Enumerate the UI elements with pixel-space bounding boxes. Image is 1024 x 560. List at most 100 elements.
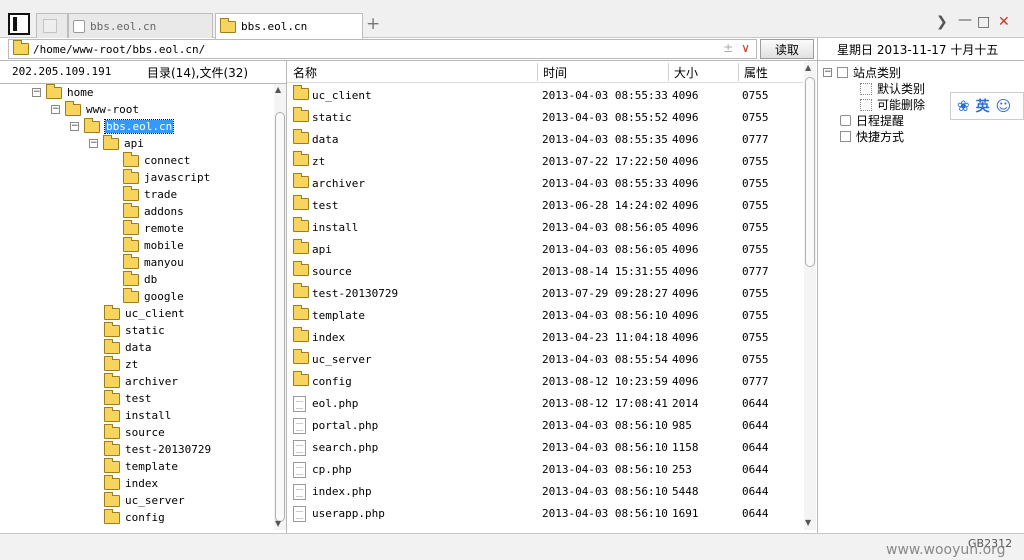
minimize-icon[interactable]: — xyxy=(958,12,972,28)
tree-scrollbar[interactable]: ▲ ▼ xyxy=(274,84,286,530)
smile-icon[interactable]: ☺ xyxy=(996,97,1012,115)
tree-node-bbs-eol-cn[interactable]: − bbs.eol.cn xyxy=(70,117,175,135)
tree-node-source[interactable]: source xyxy=(104,423,165,441)
tree-node-install[interactable]: install xyxy=(104,406,171,424)
table-row[interactable]: data 2013-04-03 08:55:35 4096 0777 xyxy=(287,128,803,150)
file-list-scrollbar[interactable]: ▲ ▼ xyxy=(804,62,816,530)
table-row[interactable]: uc_client 2013-04-03 08:55:33 4096 0755 xyxy=(287,84,803,106)
tree-node-api[interactable]: − api xyxy=(89,134,144,152)
file-icon xyxy=(293,440,306,456)
shortcuts-node[interactable]: 快捷方式 xyxy=(840,128,904,145)
column-separator[interactable] xyxy=(537,63,538,81)
tree-node-connect[interactable]: connect xyxy=(123,151,190,169)
dropdown-icon[interactable]: ∨ xyxy=(741,41,750,55)
scroll-up-icon[interactable]: ▲ xyxy=(805,63,811,72)
panel-toggle-icon[interactable] xyxy=(8,13,30,35)
tree-node-data[interactable]: data xyxy=(104,338,152,356)
collapse-toggle-icon[interactable]: − xyxy=(70,122,79,131)
tab-bbs-active[interactable]: bbs.eol.cn xyxy=(215,13,363,39)
table-row[interactable]: template 2013-04-03 08:56:10 4096 0755 xyxy=(287,304,803,326)
column-separator[interactable] xyxy=(738,63,739,81)
tree-node-zt[interactable]: zt xyxy=(104,355,139,373)
maximize-icon[interactable]: □ xyxy=(977,14,990,30)
tree-node-archiver[interactable]: archiver xyxy=(104,372,178,390)
tree-node-mobile[interactable]: mobile xyxy=(123,236,184,254)
table-row[interactable]: search.php 2013-04-03 08:56:10 1158 0644 xyxy=(287,436,803,458)
table-row[interactable]: eol.php 2013-08-12 17:08:41 2014 0644 xyxy=(287,392,803,414)
default-category-node[interactable]: 默认类别 xyxy=(860,80,925,97)
folder-icon xyxy=(104,508,120,524)
column-time[interactable]: 时间 xyxy=(543,64,567,81)
tree-node-uc-server[interactable]: uc_server xyxy=(104,491,185,509)
table-row[interactable]: zt 2013-07-22 17:22:50 4096 0755 xyxy=(287,150,803,172)
tree-node-test-20130729[interactable]: test-20130729 xyxy=(104,440,211,458)
file-icon xyxy=(293,506,306,522)
chevron-right-icon[interactable]: ❯ xyxy=(936,14,948,30)
file-attr: 0644 xyxy=(742,419,769,432)
tree-node-google[interactable]: google xyxy=(123,287,184,305)
column-name[interactable]: 名称 xyxy=(293,64,317,81)
tree-label: zt xyxy=(125,358,139,371)
table-row[interactable]: uc_server 2013-04-03 08:55:54 4096 0755 xyxy=(287,348,803,370)
read-button[interactable]: 读取 xyxy=(760,39,814,59)
collapse-toggle-icon[interactable]: − xyxy=(32,88,41,97)
table-row[interactable]: archiver 2013-04-03 08:55:33 4096 0755 xyxy=(287,172,803,194)
tree-node-manyou[interactable]: manyou xyxy=(123,253,184,271)
close-icon[interactable]: ✕ xyxy=(998,14,1010,30)
tree-node-remote[interactable]: remote xyxy=(123,219,184,237)
file-icon xyxy=(293,484,306,500)
tree-node-addons[interactable]: addons xyxy=(123,202,184,220)
file-name: uc_server xyxy=(312,353,372,366)
column-size[interactable]: 大小 xyxy=(674,64,698,81)
table-row[interactable]: index 2013-04-23 11:04:18 4096 0755 xyxy=(287,326,803,348)
tree-node-config[interactable]: config xyxy=(104,508,165,526)
may-delete-node[interactable]: 可能删除 xyxy=(860,96,925,113)
spin-icon[interactable]: ± xyxy=(723,41,733,55)
tree-node-www-root[interactable]: − www-root xyxy=(51,100,139,118)
table-row[interactable]: index.php 2013-04-03 08:56:10 5448 0644 xyxy=(287,480,803,502)
tree-node-db[interactable]: db xyxy=(123,270,157,288)
tree-node-test[interactable]: test xyxy=(104,389,152,407)
tree-node-javascript[interactable]: javascript xyxy=(123,168,210,186)
folder-icon xyxy=(104,474,120,490)
tree-node-trade[interactable]: trade xyxy=(123,185,177,203)
collapse-toggle-icon[interactable]: − xyxy=(823,68,832,77)
collapse-toggle-icon[interactable]: − xyxy=(89,139,98,148)
scroll-down-icon[interactable]: ▼ xyxy=(805,518,811,527)
table-row[interactable]: install 2013-04-03 08:56:05 4096 0755 xyxy=(287,216,803,238)
paw-icon[interactable]: ❀ xyxy=(957,97,970,115)
schedule-node[interactable]: 日程提醒 xyxy=(840,112,904,129)
scroll-down-icon[interactable]: ▼ xyxy=(275,519,281,528)
table-row[interactable]: config 2013-08-12 10:23:59 4096 0777 xyxy=(287,370,803,392)
new-tab-button[interactable]: + xyxy=(366,14,380,34)
tree-node-static[interactable]: static xyxy=(104,321,165,339)
tree-node-template[interactable]: template xyxy=(104,457,178,475)
column-attr[interactable]: 属性 xyxy=(744,64,768,81)
tree-node-uc-client[interactable]: uc_client xyxy=(104,304,185,322)
file-size: 4096 xyxy=(672,221,699,234)
scroll-thumb[interactable] xyxy=(805,77,815,267)
tree-node-home[interactable]: − home xyxy=(32,83,94,101)
ime-language-toggle[interactable]: 英 xyxy=(976,96,990,116)
table-row[interactable]: test 2013-06-28 14:24:02 4096 0755 xyxy=(287,194,803,216)
table-row[interactable]: portal.php 2013-04-03 08:56:10 985 0644 xyxy=(287,414,803,436)
tab-bbs-inactive[interactable]: bbs.eol.cn xyxy=(68,13,213,38)
path-input[interactable]: /home/www-root/bbs.eol.cn/ ± ∨ xyxy=(8,39,757,59)
table-row[interactable]: static 2013-04-03 08:55:52 4096 0755 xyxy=(287,106,803,128)
scroll-up-icon[interactable]: ▲ xyxy=(275,85,281,94)
site-category-node[interactable]: − 站点类别 xyxy=(823,64,901,81)
table-row[interactable]: api 2013-04-03 08:56:05 4096 0755 xyxy=(287,238,803,260)
folder-open-icon xyxy=(103,134,119,150)
collapse-toggle-icon[interactable]: − xyxy=(51,105,60,114)
table-row[interactable]: source 2013-08-14 15:31:55 4096 0777 xyxy=(287,260,803,282)
table-row[interactable]: cp.php 2013-04-03 08:56:10 253 0644 xyxy=(287,458,803,480)
table-row[interactable]: userapp.php 2013-04-03 08:56:10 1691 0644 xyxy=(287,502,803,524)
table-row[interactable]: test-20130729 2013-07-29 09:28:27 4096 0755 xyxy=(287,282,803,304)
file-attr: 0777 xyxy=(742,265,769,278)
ime-toolbar[interactable]: ❀ 英 ☺ xyxy=(950,92,1024,120)
tree-node-index[interactable]: index xyxy=(104,474,158,492)
column-separator[interactable] xyxy=(668,63,669,81)
tab-blank[interactable] xyxy=(36,13,68,38)
scroll-thumb[interactable] xyxy=(275,112,285,522)
folder-icon xyxy=(104,389,120,405)
